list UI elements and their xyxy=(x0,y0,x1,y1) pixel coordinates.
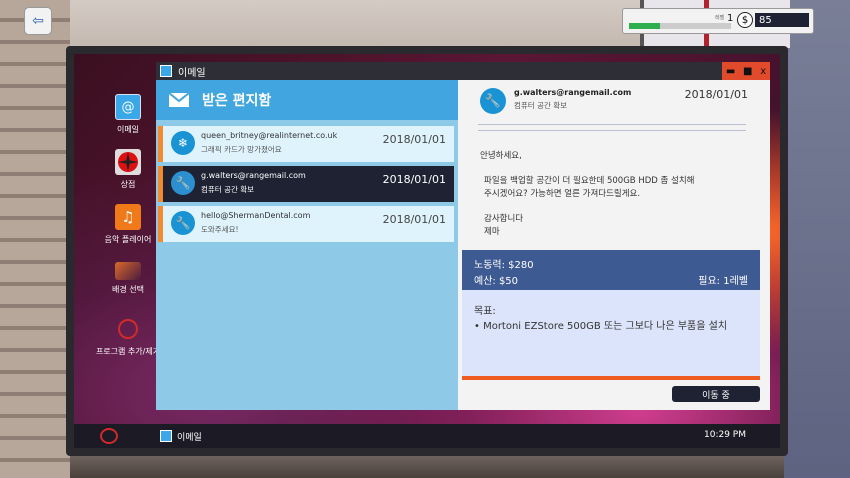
job-accent-bar xyxy=(462,376,760,380)
desktop-screen: @ 이메일 상점 ♫ 음악 플레이어 배경 선택 프로그램 추가/제거 이메일 … xyxy=(74,54,780,448)
message-closing: 감사합니다 xyxy=(484,214,524,224)
mail-list-item-selected[interactable]: 🔧 g.walters@rangemail.com 컴퓨터 공간 확보 2018… xyxy=(158,166,454,202)
desktop-icon-programs[interactable]: 프로그램 추가/제거 xyxy=(94,316,162,357)
mail-subject: 컴퓨터 공간 확보 xyxy=(201,185,255,194)
reader-date: 2018/01/01 xyxy=(684,88,748,101)
xp-progress-bar xyxy=(629,23,731,29)
window-title-bar[interactable]: 이메일 ▬ ■ x xyxy=(156,62,770,80)
window-title: 이메일 xyxy=(178,67,206,79)
inbox-panel: 받은 편지함 ❄ queen_britney@realinternet.co.u… xyxy=(156,80,458,410)
shop-icon xyxy=(115,149,141,175)
goal-item: • Mortoni EZStore 500GB 또는 그보다 나은 부품을 설치 xyxy=(474,321,728,332)
divider xyxy=(478,130,746,131)
job-status-button[interactable]: 이동 중 xyxy=(672,386,760,402)
divider xyxy=(478,124,746,125)
coin-icon: $ xyxy=(737,12,753,28)
mail-from: queen_britney@realinternet.co.uk xyxy=(201,131,338,140)
taskbar: 이메일 10:29 PM xyxy=(74,424,780,448)
email-window: 이메일 ▬ ■ x 받은 편지함 ❄ queen_britney@realint… xyxy=(156,62,770,410)
start-button[interactable] xyxy=(100,428,118,444)
player-hud: 레벨 1 $ 85 xyxy=(622,8,814,34)
email-icon xyxy=(160,65,172,77)
taskbar-email[interactable]: 이메일 xyxy=(160,428,202,444)
email-icon: @ xyxy=(115,94,141,120)
reader-from: g.walters@rangemail.com xyxy=(514,88,632,97)
email-icon xyxy=(160,430,172,442)
money-value: 85 xyxy=(755,13,809,27)
inbox-title: 받은 편지함 xyxy=(202,93,272,109)
job-labor: 노동력: $280 xyxy=(474,260,534,271)
mail-subject: 그래픽 카드가 망가졌어요 xyxy=(201,145,282,154)
desktop-icon-label: 배경 선택 xyxy=(112,285,144,294)
job-required-level: 필요: 1레벨 xyxy=(698,276,748,287)
inbox-header: 받은 편지함 xyxy=(156,80,458,120)
desktop-icon-wallpaper[interactable]: 배경 선택 xyxy=(94,262,162,295)
graphics-card-icon: ❄ xyxy=(171,131,195,155)
desktop-icon-email[interactable]: @ 이메일 xyxy=(94,94,162,135)
message-greeting: 안녕하세요, xyxy=(480,151,522,161)
job-budget: 예산: $50 xyxy=(474,276,519,287)
job-info: 노동력: $280 예산: $50 필요: 1레벨 xyxy=(462,250,760,290)
envelope-icon xyxy=(168,92,190,107)
desktop-icon-label: 프로그램 추가/제거 xyxy=(95,347,161,356)
exit-door-button[interactable]: ⇦ xyxy=(24,7,52,35)
mail-subject: 도와주세요! xyxy=(201,225,239,234)
taskbar-clock: 10:29 PM xyxy=(704,430,746,440)
mail-list-item[interactable]: ❄ queen_britney@realinternet.co.uk 그래픽 카… xyxy=(158,126,454,162)
mail-from: hello@ShermanDental.com xyxy=(201,211,311,220)
mail-list-item[interactable]: 🔧 hello@ShermanDental.com 도와주세요! 2018/01… xyxy=(158,206,454,242)
exit-door-icon: ⇦ xyxy=(32,13,44,29)
window-controls: ▬ ■ x xyxy=(722,62,770,80)
xp-progress-fill xyxy=(629,23,660,29)
programs-icon xyxy=(115,316,141,342)
wrench-icon: 🔧 xyxy=(171,171,195,195)
mail-date: 2018/01/01 xyxy=(382,173,446,186)
message-line: 파일을 백업할 공간이 더 필요한데 500GB HDD 좀 설치해 xyxy=(484,176,695,186)
desk xyxy=(70,456,784,478)
level-value: 1 xyxy=(727,13,734,24)
desktop-icon-label: 음악 플레이어 xyxy=(104,235,152,244)
mail-date: 2018/01/01 xyxy=(382,133,446,146)
music-icon: ♫ xyxy=(115,204,141,230)
message-reader: 🔧 g.walters@rangemail.com 컴퓨터 공간 확보 2018… xyxy=(458,80,770,410)
message-line: 주시겠어요? 가능하면 얼른 가져다드릴게요. xyxy=(484,189,641,199)
level-label: 레벨 xyxy=(715,15,725,21)
job-goals: 목표: • Mortoni EZStore 500GB 또는 그보다 나은 부품… xyxy=(462,290,760,376)
minimize-button[interactable]: ▬ xyxy=(726,66,735,77)
wrench-icon: 🔧 xyxy=(480,88,506,114)
message-signature: 제마 xyxy=(484,227,500,237)
desktop-icon-shop[interactable]: 상점 xyxy=(94,149,162,190)
goal-title: 목표: xyxy=(474,306,496,317)
desktop-icon-label: 이메일 xyxy=(116,125,140,134)
room-blinds xyxy=(0,0,70,478)
room-right-wall xyxy=(780,0,850,478)
wrench-icon: 🔧 xyxy=(171,211,195,235)
message-body: 안녕하세요, 파일을 백업할 공간이 더 필요한데 500GB HDD 좀 설치… xyxy=(480,150,750,239)
close-button[interactable]: x xyxy=(760,66,766,77)
mail-date: 2018/01/01 xyxy=(382,213,446,226)
wallpaper-icon xyxy=(115,262,141,280)
mail-from: g.walters@rangemail.com xyxy=(201,171,306,180)
maximize-button[interactable]: ■ xyxy=(743,66,752,77)
reader-subject: 컴퓨터 공간 확보 xyxy=(514,101,568,110)
desktop-icon-music[interactable]: ♫ 음악 플레이어 xyxy=(94,204,162,245)
desktop-icon-label: 상점 xyxy=(120,180,136,189)
taskbar-email-label: 이메일 xyxy=(177,432,202,443)
